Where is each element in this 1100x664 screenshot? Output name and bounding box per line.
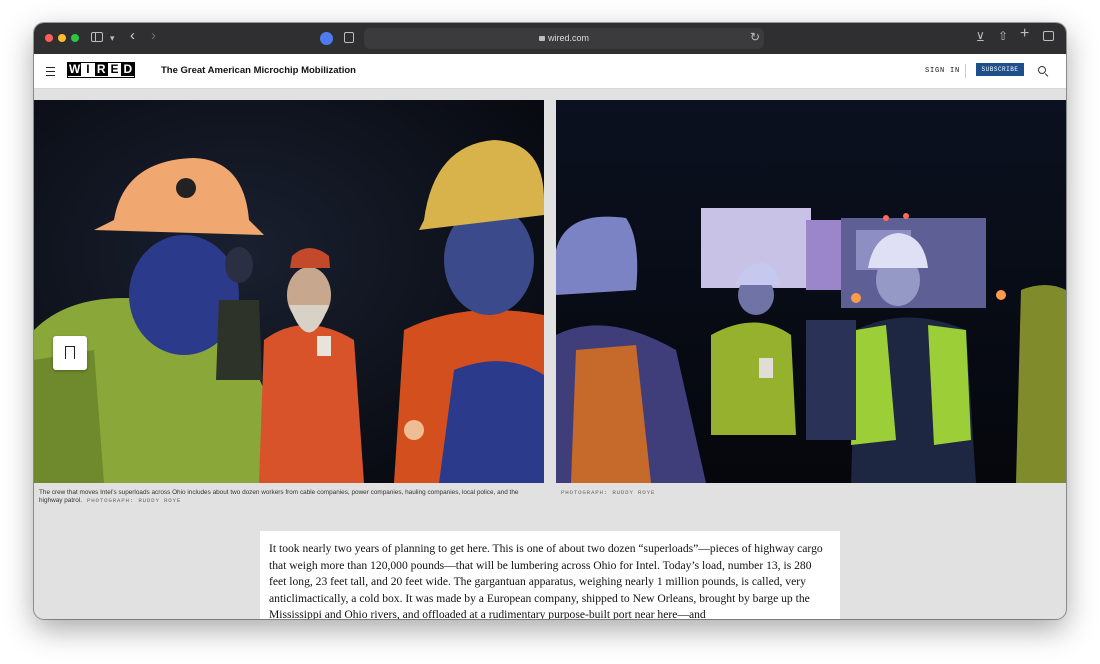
header-divider <box>965 64 966 78</box>
zoom-window-button[interactable] <box>71 34 79 42</box>
article-body: It took nearly two years of planning to … <box>260 531 840 619</box>
logo-letter: I <box>81 63 95 76</box>
sidebar-toggle-icon[interactable] <box>91 32 103 42</box>
browser-toolbar: ▾ ‹ › wired.com ↻ ⊻ ⇧ + <box>34 23 1066 55</box>
minimize-window-button[interactable] <box>58 34 66 42</box>
lock-icon <box>538 36 545 41</box>
new-tab-icon[interactable]: + <box>1020 26 1029 42</box>
logo-letter: R <box>94 63 108 76</box>
tab-overview-icon[interactable] <box>1043 31 1054 41</box>
sign-in-link[interactable]: SIGN IN <box>925 67 960 75</box>
subscribe-button[interactable]: SUBSCRIBE <box>976 63 1024 76</box>
chevron-down-icon[interactable]: ▾ <box>110 32 115 44</box>
article-paragraph: It took nearly two years of planning to … <box>269 542 823 619</box>
photo-crew-right <box>556 100 1066 483</box>
site-favicon-icon <box>320 32 333 45</box>
reader-mode-icon[interactable] <box>344 32 354 43</box>
logo-letter: W <box>68 62 82 76</box>
wired-logo[interactable]: W I R E D <box>67 62 136 78</box>
article-title: The Great American Microchip Mobilizatio… <box>161 65 356 76</box>
share-icon[interactable]: ⇧ <box>998 30 1008 42</box>
photo-illustration <box>34 100 544 483</box>
photo-crew-left <box>34 100 544 483</box>
bookmark-icon <box>65 346 75 359</box>
back-arrow-icon[interactable]: ‹ <box>130 28 135 43</box>
logo-letter: E <box>107 63 122 76</box>
browser-window: ▾ ‹ › wired.com ↻ ⊻ ⇧ + W I R E D The Gr… <box>34 23 1066 619</box>
photo-caption: The crew that moves Intel’s superloads a… <box>39 489 539 506</box>
photo-credit: PHOTOGRAPH: RUDDY ROYE <box>561 489 656 496</box>
logo-letter: D <box>121 63 135 76</box>
search-icon[interactable] <box>1038 66 1046 74</box>
photo-illustration <box>556 100 1066 483</box>
close-window-button[interactable] <box>45 34 53 42</box>
menu-icon[interactable] <box>46 67 55 78</box>
url-text: wired.com <box>547 33 589 43</box>
photo-credit: PHOTOGRAPH: RUDDY ROYE <box>86 497 182 505</box>
bookmark-button[interactable] <box>53 336 87 370</box>
download-icon[interactable]: ⊻ <box>976 31 985 43</box>
forward-arrow-icon[interactable]: › <box>151 28 156 43</box>
address-bar[interactable]: wired.com <box>364 28 764 49</box>
site-header: W I R E D The Great American Microchip M… <box>34 54 1066 89</box>
reload-icon[interactable]: ↻ <box>750 31 760 43</box>
